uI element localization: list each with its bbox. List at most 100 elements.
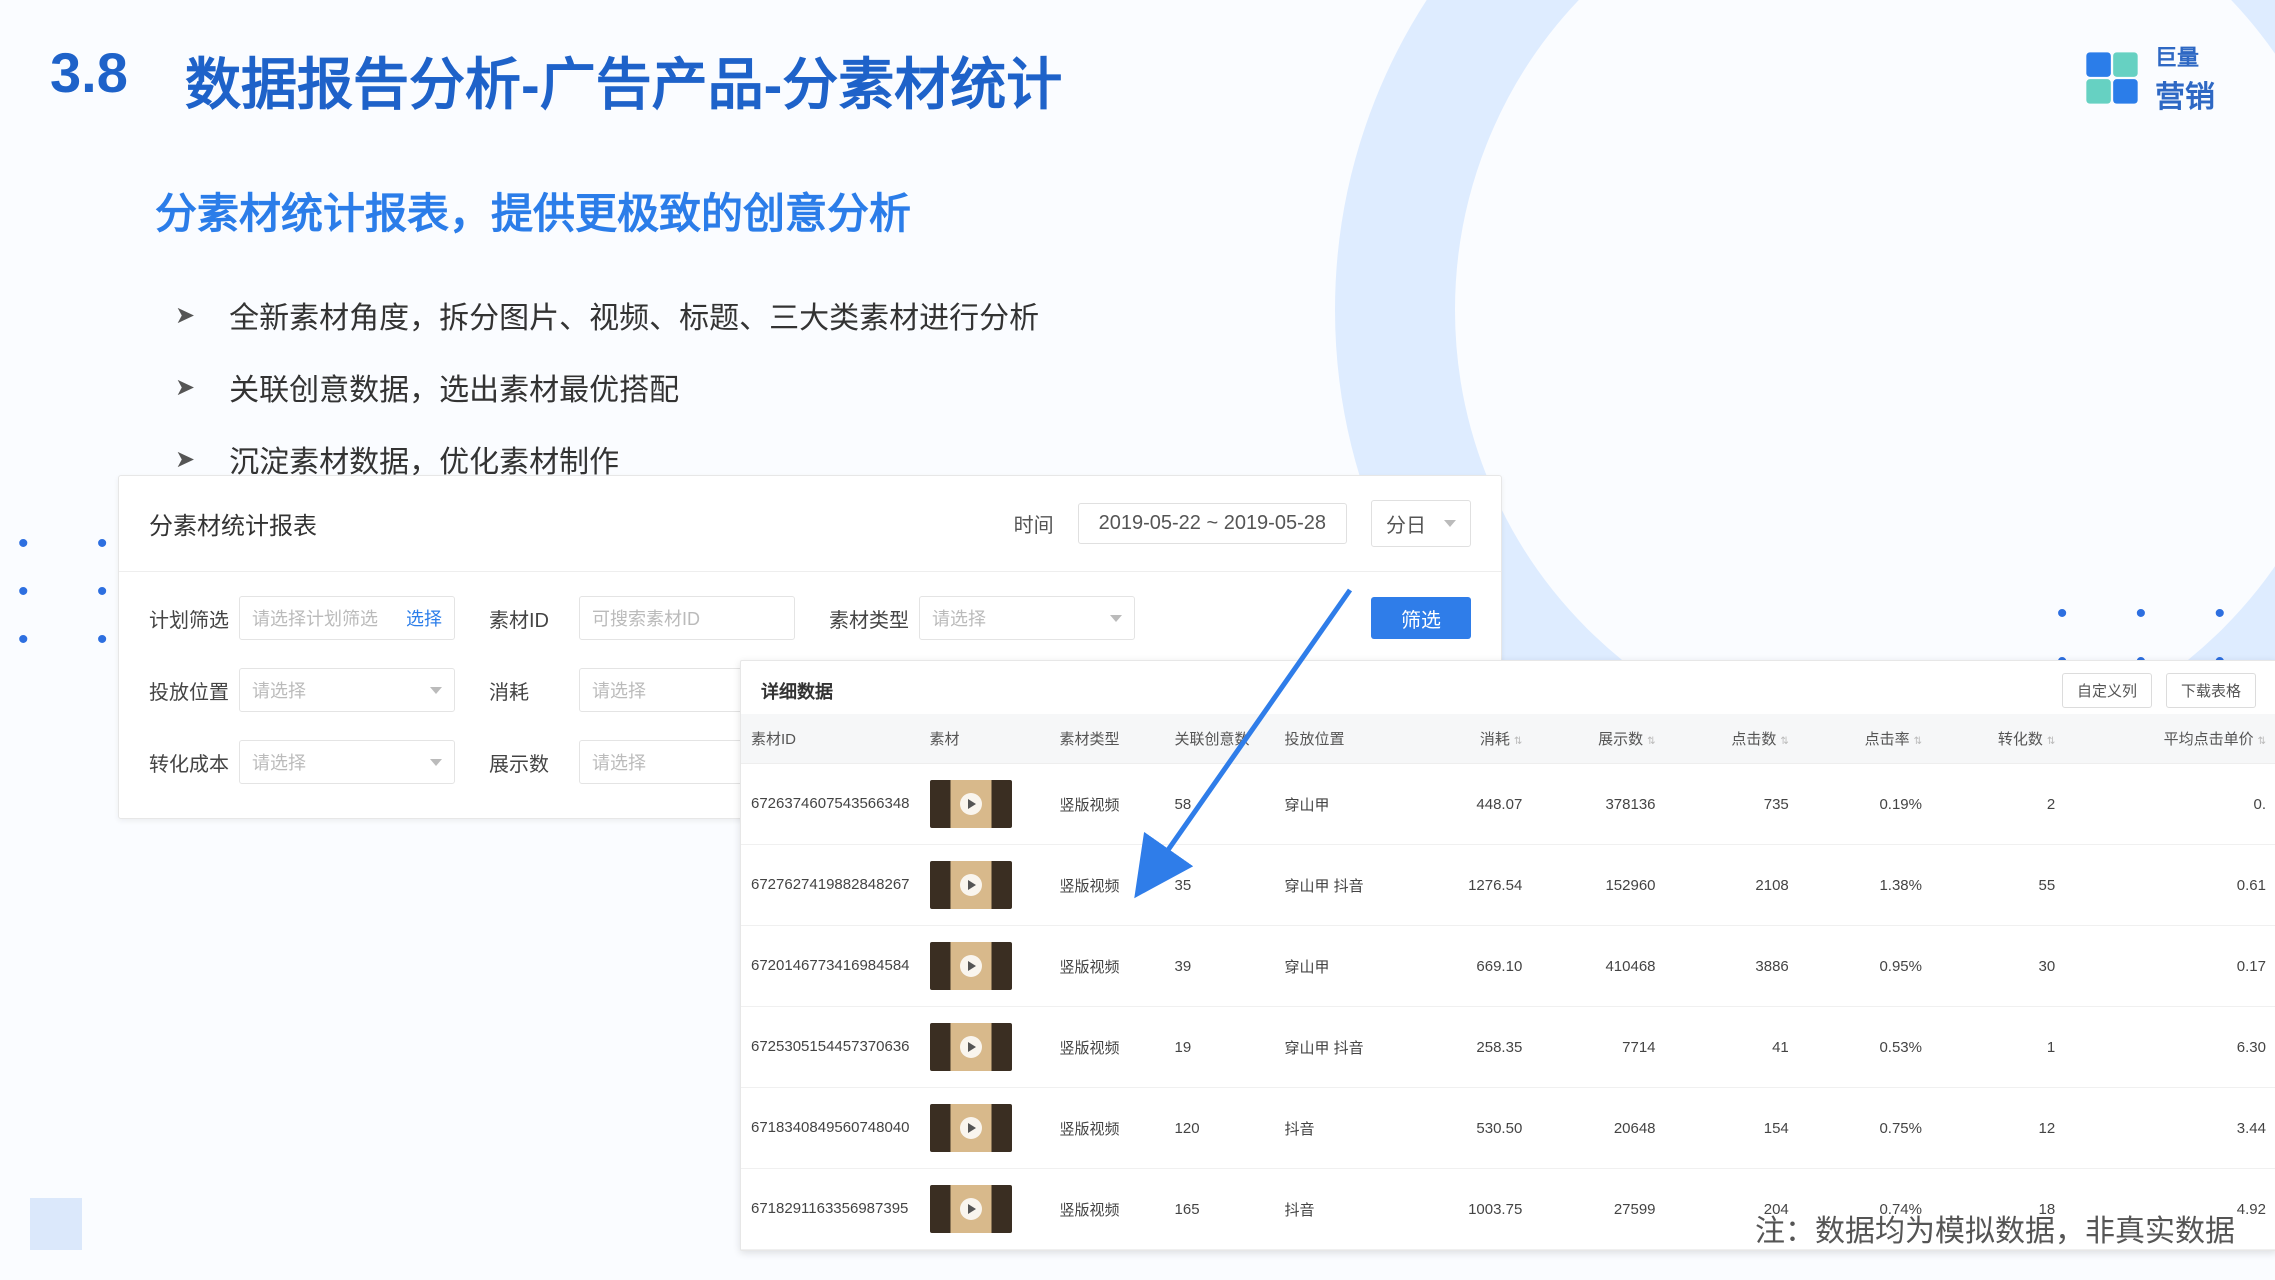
plan-filter-input[interactable]: 请选择计划筛选选择 (239, 596, 455, 640)
filter-button[interactable]: 筛选 (1371, 597, 1471, 639)
cell-position: 抖音 (1275, 1169, 1405, 1250)
col-type[interactable]: 素材类型 (1050, 714, 1165, 764)
cell-conv: 2 (1932, 764, 2065, 845)
sort-icon: ⇅ (1780, 736, 1788, 747)
play-icon (960, 1117, 982, 1139)
video-thumb[interactable] (930, 1104, 1012, 1152)
cell-related-link[interactable]: 165 (1165, 1169, 1275, 1250)
col-cost[interactable]: 消耗⇅ (1405, 714, 1533, 764)
cell-related-link[interactable]: 58 (1165, 764, 1275, 845)
sort-icon: ⇅ (2258, 736, 2266, 747)
cell-shows: 410468 (1532, 926, 1665, 1007)
granularity-value: 分日 (1386, 509, 1426, 538)
bullet-text: 全新素材角度，拆分图片、视频、标题、三大类素材进行分析 (229, 293, 1039, 337)
col-ctr[interactable]: 点击率⇅ (1799, 714, 1932, 764)
cell-cost: 1276.54 (1405, 845, 1533, 926)
cell-shows: 7714 (1532, 1007, 1665, 1088)
cell-type: 竖版视频 (1050, 764, 1165, 845)
table-row[interactable]: 6718340849560748040竖版视频120抖音530.50206481… (741, 1088, 2275, 1169)
cell-thumb[interactable] (920, 926, 1050, 1007)
cell-thumb[interactable] (920, 1007, 1050, 1088)
sort-icon: ⇅ (1514, 736, 1522, 747)
cell-avg-cpc: 0. (2065, 764, 2275, 845)
date-range-picker[interactable]: 2019-05-22 ~ 2019-05-28 (1078, 503, 1347, 544)
cell-related-link[interactable]: 120 (1165, 1088, 1275, 1169)
video-thumb[interactable] (930, 1023, 1012, 1071)
col-material[interactable]: 素材 (920, 714, 1050, 764)
cell-cost: 448.07 (1405, 764, 1533, 845)
chevron-down-icon (1110, 615, 1122, 622)
brand-text-bottom: 营销 (2155, 72, 2215, 116)
cell-thumb[interactable] (920, 1088, 1050, 1169)
cell-related-link[interactable]: 35 (1165, 845, 1275, 926)
chevron-right-icon: ➤ (175, 373, 195, 402)
placeholder-text: 请选择 (932, 605, 986, 631)
video-thumb[interactable] (930, 1185, 1012, 1233)
conv-cost-select[interactable]: 请选择 (239, 740, 455, 784)
chevron-right-icon: ➤ (175, 301, 195, 330)
cell-related-link[interactable]: 19 (1165, 1007, 1275, 1088)
col-position[interactable]: 投放位置 (1275, 714, 1405, 764)
cell-thumb[interactable] (920, 1169, 1050, 1250)
material-type-select[interactable]: 请选择 (919, 596, 1135, 640)
filter-label: 消耗 (489, 676, 579, 705)
cell-avg-cpc: 6.30 (2065, 1007, 2275, 1088)
col-avg-cpc[interactable]: 平均点击单价⇅ (2065, 714, 2275, 764)
download-table-button[interactable]: 下载表格 (2166, 673, 2256, 708)
cell-ctr: 0.75% (1799, 1088, 1932, 1169)
cell-type: 竖版视频 (1050, 926, 1165, 1007)
cell-shows: 152960 (1532, 845, 1665, 926)
cell-position: 穿山甲 (1275, 764, 1405, 845)
cell-cost: 669.10 (1405, 926, 1533, 1007)
cell-clicks: 41 (1666, 1007, 1799, 1088)
cell-shows: 378136 (1532, 764, 1665, 845)
cell-clicks: 735 (1666, 764, 1799, 845)
col-conv[interactable]: 转化数⇅ (1932, 714, 2065, 764)
position-select[interactable]: 请选择 (239, 668, 455, 712)
cell-id: 6727627419882848267 (741, 845, 920, 926)
placeholder-text: 请选择 (592, 677, 646, 703)
cell-type: 竖版视频 (1050, 1007, 1165, 1088)
cell-type: 竖版视频 (1050, 1088, 1165, 1169)
brand-logo-icon (2084, 50, 2140, 106)
table-row[interactable]: 6727627419882848267 竖版视频35穿山甲 抖音1276.5415… (741, 845, 2275, 926)
cell-shows: 27599 (1532, 1169, 1665, 1250)
col-shows[interactable]: 展示数⇅ (1532, 714, 1665, 764)
cell-thumb[interactable] (920, 764, 1050, 845)
cell-id: 6720146773416984584 (741, 926, 920, 1007)
custom-columns-button[interactable]: 自定义列 (2062, 673, 2152, 708)
col-related[interactable]: 关联创意数 (1165, 714, 1275, 764)
video-thumb[interactable] (930, 861, 1012, 909)
filter-label: 素材ID (489, 604, 579, 633)
play-icon (960, 955, 982, 977)
chevron-right-icon: ➤ (175, 445, 195, 474)
table-row[interactable]: 6725305154457370636竖版视频19穿山甲 抖音258.35771… (741, 1007, 2275, 1088)
granularity-select[interactable]: 分日 (1371, 500, 1471, 547)
play-icon (960, 793, 982, 815)
cell-related-link[interactable]: 39 (1165, 926, 1275, 1007)
placeholder-text: 请选择 (592, 749, 646, 775)
cell-position: 穿山甲 抖音 (1275, 845, 1405, 926)
video-thumb[interactable] (930, 942, 1012, 990)
col-clicks[interactable]: 点击数⇅ (1666, 714, 1799, 764)
section-title: 数据报告分析-广告产品-分素材统计 (185, 40, 1062, 121)
cell-id: 6725305154457370636 (741, 1007, 920, 1088)
brand-text-top: 巨量 (2155, 40, 2215, 72)
col-id[interactable]: 素材ID (741, 714, 920, 764)
cell-cost: 1003.75 (1405, 1169, 1533, 1250)
table-row[interactable]: 6726374607543566348竖版视频58穿山甲448.07378136… (741, 764, 2275, 845)
material-id-input[interactable]: 可搜索素材ID (579, 596, 795, 640)
sort-icon: ⇅ (1647, 736, 1655, 747)
cell-ctr: 1.38% (1799, 845, 1932, 926)
cell-thumb[interactable] (920, 845, 1050, 926)
sort-icon: ⇅ (1914, 736, 1922, 747)
select-link[interactable]: 选择 (406, 605, 442, 631)
cell-type: 竖版视频 (1050, 845, 1165, 926)
placeholder-text: 可搜索素材ID (592, 605, 700, 631)
placeholder-text: 请选择 (252, 677, 306, 703)
video-thumb[interactable] (930, 780, 1012, 828)
cell-avg-cpc: 0.17 (2065, 926, 2275, 1007)
table-row[interactable]: 6720146773416984584竖版视频39穿山甲669.10410468… (741, 926, 2275, 1007)
filter-label: 转化成本 (149, 748, 239, 777)
filter-label: 展示数 (489, 748, 579, 777)
